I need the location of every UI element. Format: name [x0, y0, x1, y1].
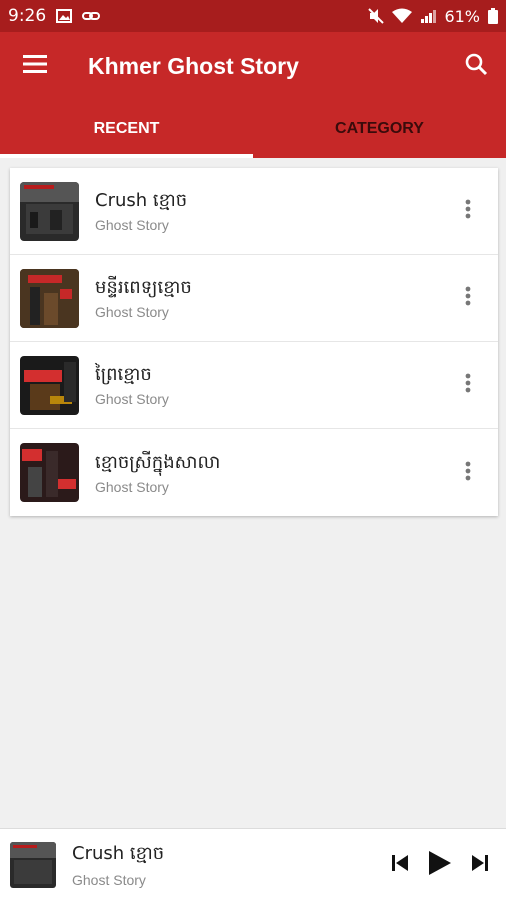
more-options-button[interactable]	[438, 168, 498, 255]
tab-category-label: CATEGORY	[335, 120, 424, 137]
tab-recent-label: RECENT	[93, 120, 160, 137]
status-time: 9:26	[8, 6, 47, 26]
story-thumbnail	[20, 355, 79, 415]
wifi-icon	[392, 8, 413, 24]
skip-previous-icon	[392, 854, 408, 875]
player-thumbnail	[10, 841, 56, 888]
app-title: Khmer Ghost Story	[88, 52, 299, 79]
story-title: ព្រៃខ្មោច	[95, 364, 152, 385]
play-icon	[429, 850, 451, 879]
story-thumbnail	[20, 181, 79, 241]
skip-next-icon	[472, 854, 488, 875]
more-options-button[interactable]	[438, 342, 498, 429]
list-item[interactable]: Crush ខ្មោច Ghost Story	[10, 168, 498, 255]
story-list: Crush ខ្មោច Ghost Story មន្ទីរពេទ្យខ្មោច…	[10, 168, 498, 516]
search-button[interactable]	[446, 32, 506, 100]
story-category: Ghost Story	[95, 478, 169, 495]
tab-recent[interactable]: RECENT	[0, 100, 253, 158]
play-button[interactable]	[420, 835, 460, 895]
next-button[interactable]	[460, 835, 500, 895]
battery-icon	[488, 8, 498, 24]
story-thumbnail	[20, 268, 79, 328]
tab-category[interactable]: CATEGORY	[253, 100, 506, 158]
player-title: Crush ខ្មោច	[72, 843, 165, 864]
menu-button[interactable]	[0, 32, 70, 100]
battery-percent: 61%	[444, 6, 480, 26]
tab-indicator	[0, 154, 253, 158]
image-icon	[56, 9, 73, 23]
list-item[interactable]: មន្ទីរពេទ្យខ្មោច Ghost Story	[10, 255, 498, 342]
story-title: ខ្មោចស្រីក្នុងសាលា	[95, 451, 221, 473]
story-category: Ghost Story	[95, 217, 169, 233]
more-vert-icon	[465, 199, 471, 223]
story-category: Ghost Story	[95, 304, 169, 320]
mute-icon	[368, 8, 385, 24]
app-bar: Khmer Ghost Story	[0, 32, 506, 100]
hamburger-menu-icon	[23, 55, 47, 77]
story-title: Crush ខ្មោច	[95, 190, 188, 211]
previous-button[interactable]	[380, 835, 420, 895]
story-category: Ghost Story	[95, 391, 169, 407]
player-category: Ghost Story	[72, 872, 146, 888]
more-options-button[interactable]	[438, 255, 498, 342]
signal-icon	[420, 8, 437, 24]
list-item[interactable]: ព្រៃខ្មោច Ghost Story	[10, 342, 498, 429]
mini-player[interactable]: Crush ខ្មោច Ghost Story	[0, 828, 506, 900]
more-vert-icon	[465, 461, 471, 485]
tab-bar: RECENT CATEGORY	[0, 100, 506, 158]
more-vert-icon	[465, 286, 471, 310]
story-thumbnail	[20, 443, 79, 502]
more-vert-icon	[465, 373, 471, 397]
search-icon	[464, 52, 488, 80]
more-options-button[interactable]	[438, 429, 498, 516]
story-title: មន្ទីរពេទ្យខ្មោច	[95, 277, 192, 298]
link-icon	[82, 11, 101, 21]
list-item[interactable]: ខ្មោចស្រីក្នុងសាលា Ghost Story	[10, 429, 498, 516]
status-bar: 9:26 61%	[0, 0, 506, 32]
